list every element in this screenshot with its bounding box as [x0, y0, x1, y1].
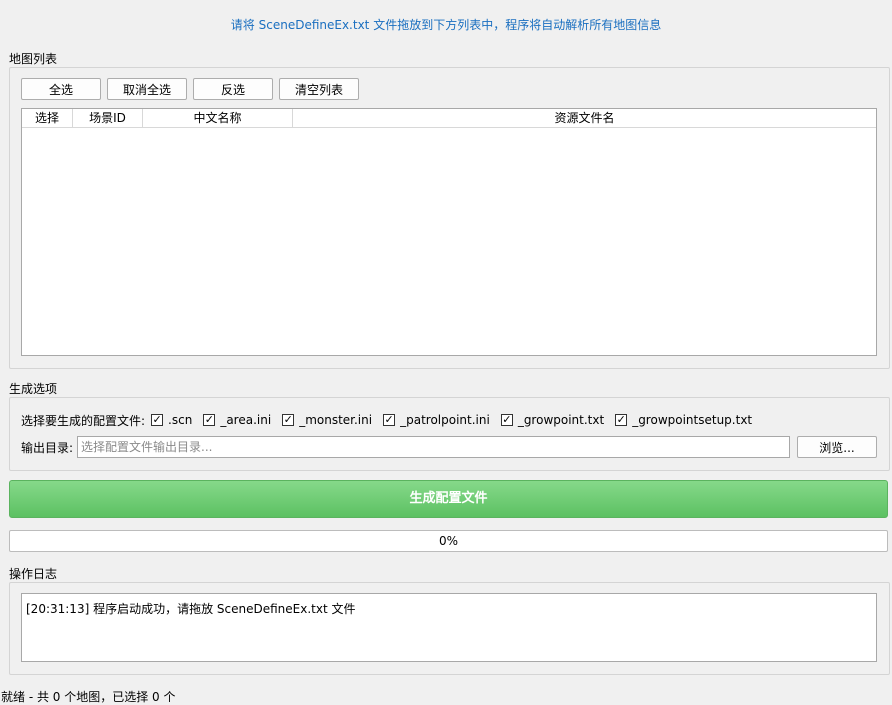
monster-ini-checkbox[interactable]: ✓ — [282, 414, 295, 426]
browse-button[interactable]: 浏览... — [797, 436, 877, 458]
config-files-row: 选择要生成的配置文件: ✓ .scn ✓ _area.ini ✓ _monster.i… — [21, 410, 752, 430]
map-table-header: 选择 场景ID 中文名称 资源文件名 — [22, 109, 876, 128]
progress-text: 0% — [438, 534, 459, 548]
clear-list-button[interactable]: 清空列表 — [279, 78, 359, 100]
column-header-select[interactable]: 选择 — [22, 109, 73, 127]
drop-hint: 请将 SceneDefineEx.txt 文件拖放到下方列表中，程序将自动解析所… — [230, 18, 662, 32]
column-header-chinese-name[interactable]: 中文名称 — [143, 109, 293, 127]
generate-config-button[interactable]: 生成配置文件 — [9, 480, 888, 518]
monster-ini-checkbox-label: _monster.ini — [299, 413, 373, 427]
scn-checkbox[interactable]: ✓ — [151, 414, 164, 426]
output-dir-input[interactable] — [77, 436, 790, 458]
growpoint-txt-checkbox-label: _growpoint.txt — [517, 413, 605, 427]
patrolpoint-ini-checkbox-label: _patrolpoint.ini — [400, 413, 490, 427]
deselect-all-button[interactable]: 取消全选 — [107, 78, 187, 100]
column-header-resource-file[interactable]: 资源文件名 — [293, 109, 876, 127]
options-group — [9, 397, 890, 471]
invert-selection-button[interactable]: 反选 — [193, 78, 273, 100]
column-header-scene-id[interactable]: 场景ID — [73, 109, 143, 127]
log-output[interactable]: [20:31:13] 程序启动成功，请拖放 SceneDefineEx.txt … — [21, 593, 877, 662]
config-files-label: 选择要生成的配置文件: — [21, 413, 146, 428]
log-line: [20:31:13] 程序启动成功，请拖放 SceneDefineEx.txt … — [26, 602, 356, 616]
options-title: 生成选项 — [9, 382, 58, 396]
growpointsetup-txt-checkbox[interactable]: ✓ — [615, 414, 628, 426]
map-table[interactable]: 选择 场景ID 中文名称 资源文件名 — [21, 108, 877, 356]
area-ini-checkbox-label: _area.ini — [220, 413, 272, 427]
status-bar: 就绪 - 共 0 个地图，已选择 0 个 — [1, 690, 176, 704]
progress-bar: 0% — [9, 530, 888, 552]
patrolpoint-ini-checkbox[interactable]: ✓ — [383, 414, 396, 426]
log-title: 操作日志 — [9, 567, 58, 581]
growpointsetup-txt-checkbox-label: _growpointsetup.txt — [632, 413, 753, 427]
growpoint-txt-checkbox[interactable]: ✓ — [500, 414, 513, 426]
output-dir-label: 输出目录: — [21, 441, 74, 455]
scn-checkbox-label: .scn — [168, 413, 193, 427]
select-all-button[interactable]: 全选 — [21, 78, 101, 100]
area-ini-checkbox[interactable]: ✓ — [203, 414, 216, 426]
map-list-title: 地图列表 — [9, 52, 58, 66]
